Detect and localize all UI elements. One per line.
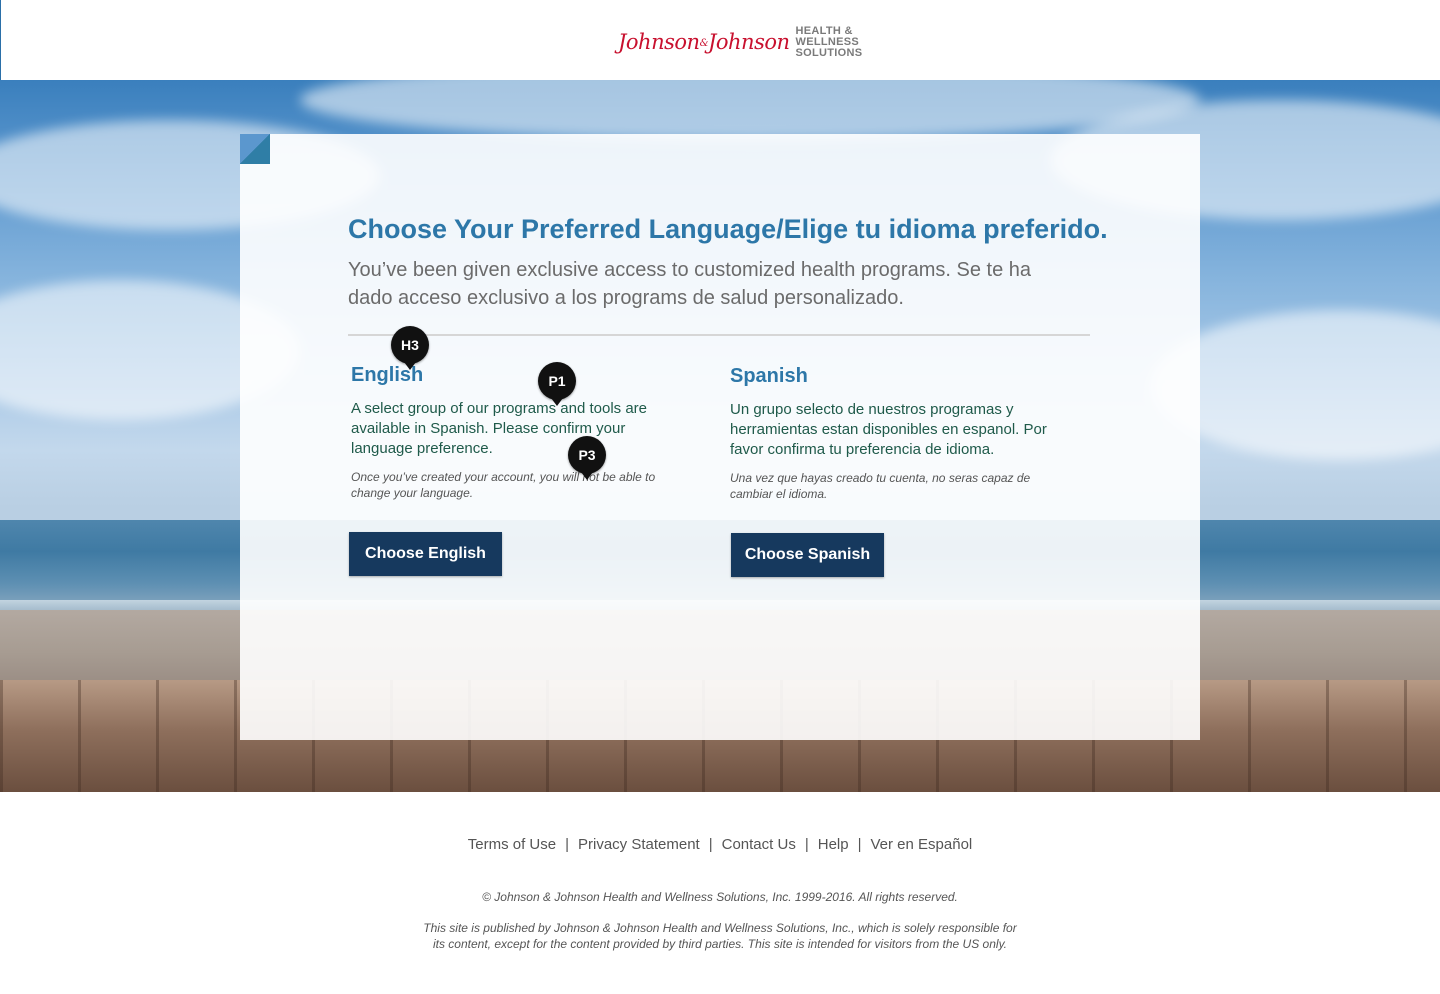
page-title: Choose Your Preferred Language/Elige tu … (348, 214, 1108, 244)
separator: | (565, 836, 569, 853)
choose-spanish-button[interactable]: Choose Spanish (731, 533, 884, 577)
page-subtitle: You’ve been given exclusive access to cu… (348, 259, 1031, 309)
divider (348, 334, 1090, 336)
spanish-heading: Spanish (730, 365, 808, 387)
disclaimer-text: This site is published by Johnson & John… (423, 921, 1017, 951)
footer-nav: Terms of Use | Privacy Statement | Contact U… (0, 836, 1440, 853)
language-card: Choose Your Preferred Language/Elige tu … (240, 134, 1200, 740)
separator: | (804, 836, 809, 853)
help-link[interactable]: Help (818, 836, 849, 853)
p1-marker[interactable]: P1 (538, 362, 576, 406)
site-header: Johnson&Johnson HEALTH & WELLNESS SOLUTI… (0, 0, 1440, 80)
logo-tagline: HEALTH & WELLNESS SOLUTIONS (795, 24, 863, 59)
jnj-logo[interactable]: Johnson&Johnson HEALTH & WELLNESS SOLUTI… (618, 24, 862, 60)
p3-marker[interactable]: P3 (568, 436, 606, 480)
terms-of-use-link[interactable]: Terms of Use (468, 836, 556, 853)
english-description: A select group of our programs and tools… (351, 400, 648, 457)
h3-marker[interactable]: H3 (391, 326, 429, 370)
english-note: Once you’ve created your account, you wi… (351, 470, 656, 500)
spanish-description: Un grupo selecto de nuestros programas y… (730, 401, 1047, 458)
copyright-text: © Johnson & Johnson Health and Wellness … (482, 890, 958, 904)
separator: | (708, 836, 713, 853)
privacy-statement-link[interactable]: Privacy Statement (578, 836, 700, 853)
page-fold-mask (240, 134, 270, 164)
separator: | (857, 836, 862, 853)
spanish-note: Una vez que hayas creado tu cuenta, no s… (730, 471, 1031, 501)
cloud (300, 80, 1200, 140)
logo-wordmark: Johnson&Johnson (618, 30, 790, 54)
choose-english-button[interactable]: Choose English (349, 532, 502, 576)
ver-en-espanol-link[interactable]: Ver en Español (871, 836, 973, 853)
contact-us-link[interactable]: Contact Us (722, 836, 796, 853)
